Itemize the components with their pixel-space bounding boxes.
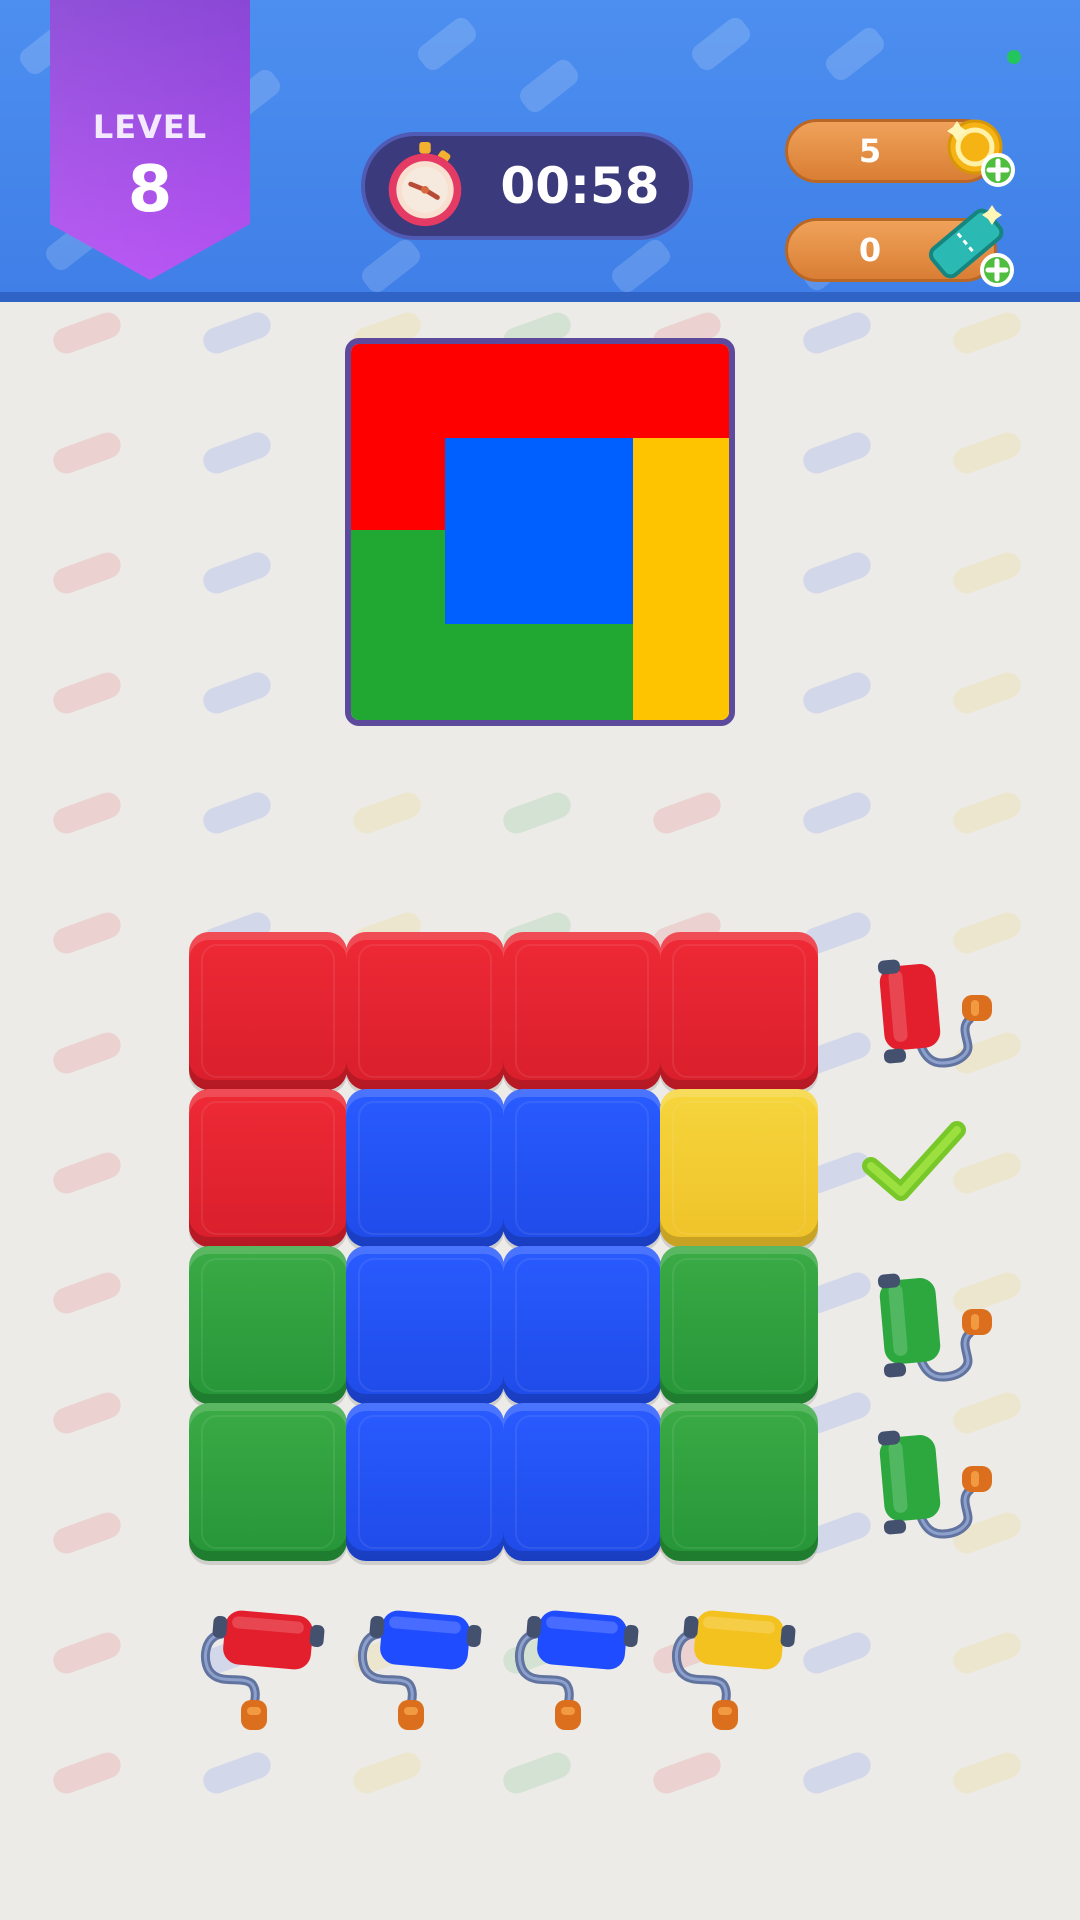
roller-doodle-icon: [49, 1268, 125, 1318]
target-red-region: [351, 438, 445, 530]
roller-doodle-icon: [799, 1748, 875, 1798]
column-1-red-roller[interactable]: [198, 1596, 338, 1731]
tile-r3-c3-blue[interactable]: [503, 1246, 661, 1404]
roller-doodle-icon: [413, 13, 481, 75]
row-3-green-roller[interactable]: [858, 1259, 998, 1389]
roller-doodle-icon: [49, 308, 125, 358]
roller-doodle-icon: [687, 13, 755, 75]
roller-doodle-icon: [49, 908, 125, 958]
paint-roller-icon: [200, 1610, 325, 1730]
level-label: LEVEL: [92, 108, 208, 146]
tile-r3-c4-green[interactable]: [660, 1246, 818, 1404]
tile-r4-c4-green[interactable]: [660, 1403, 818, 1561]
roller-doodle-icon: [649, 1748, 725, 1798]
tile-r4-c1-green[interactable]: [189, 1403, 347, 1561]
column-4-yellow-roller[interactable]: [669, 1596, 809, 1731]
checkmark-icon: [862, 1121, 966, 1201]
tile-r4-c2-blue[interactable]: [346, 1403, 504, 1561]
roller-doodle-icon: [199, 308, 275, 358]
roller-doodle-icon: [357, 235, 425, 297]
roller-doodle-icon: [649, 788, 725, 838]
timer-value: 00:58: [500, 157, 660, 215]
roller-doodle-icon: [199, 548, 275, 598]
tile-r3-c2-blue[interactable]: [346, 1246, 504, 1404]
roller-doodle-icon: [199, 428, 275, 478]
target-green-region: [445, 624, 633, 720]
column-3-blue-roller[interactable]: [512, 1596, 652, 1731]
tile-r1-c2-red[interactable]: [346, 932, 504, 1090]
roller-doodle-icon: [49, 1748, 125, 1798]
roller-doodle-icon: [49, 548, 125, 598]
row-1-red-roller[interactable]: [858, 945, 998, 1075]
paint-roller-icon: [877, 959, 992, 1068]
status-dot: [1007, 50, 1021, 64]
roller-doodle-icon: [199, 1748, 275, 1798]
roller-doodle-icon: [199, 668, 275, 718]
roller-doodle-icon: [199, 788, 275, 838]
target-red-region: [351, 344, 729, 438]
roller-doodle-icon: [49, 1388, 125, 1438]
tile-r1-c1-red[interactable]: [189, 932, 347, 1090]
tile-r4-c3-blue[interactable]: [503, 1403, 661, 1561]
roller-doodle-icon: [49, 1628, 125, 1678]
roller-doodle-icon: [821, 23, 889, 85]
coins-value: 5: [858, 132, 882, 170]
roller-doodle-icon: [607, 235, 675, 297]
coin-plus-icon[interactable]: [940, 112, 1020, 192]
tile-r3-c1-green[interactable]: [189, 1246, 347, 1404]
roller-doodle-icon: [799, 1628, 875, 1678]
tile-r2-c4-yellow[interactable]: [660, 1089, 818, 1247]
roller-doodle-icon: [949, 668, 1025, 718]
paint-roller-icon: [877, 1273, 992, 1382]
roller-doodle-icon: [799, 308, 875, 358]
tile-r1-c3-red[interactable]: [503, 932, 661, 1090]
roller-doodle-icon: [349, 788, 425, 838]
roller-doodle-icon: [949, 548, 1025, 598]
tile-r2-c1-red[interactable]: [189, 1089, 347, 1247]
roller-doodle-icon: [949, 1628, 1025, 1678]
target-yellow-region: [633, 438, 729, 720]
level-number: 8: [127, 153, 173, 227]
roller-doodle-icon: [349, 1748, 425, 1798]
paint-roller-icon: [671, 1610, 796, 1730]
roller-doodle-icon: [799, 668, 875, 718]
roller-doodle-icon: [799, 548, 875, 598]
ticket-plus-icon[interactable]: [920, 202, 1020, 292]
roller-doodle-icon: [949, 1748, 1025, 1798]
paint-roller-icon: [877, 1430, 992, 1539]
column-2-blue-roller[interactable]: [355, 1596, 495, 1731]
roller-doodle-icon: [499, 788, 575, 838]
roller-doodle-icon: [49, 428, 125, 478]
target-pattern: [345, 338, 735, 726]
roller-doodle-icon: [799, 788, 875, 838]
row-4-green-roller[interactable]: [858, 1416, 998, 1546]
roller-doodle-icon: [949, 428, 1025, 478]
roller-doodle-icon: [49, 1508, 125, 1558]
paint-roller-icon: [357, 1610, 482, 1730]
roller-doodle-icon: [49, 788, 125, 838]
roller-doodle-icon: [949, 788, 1025, 838]
target-blue-region: [445, 438, 633, 624]
roller-doodle-icon: [49, 1028, 125, 1078]
roller-doodle-icon: [49, 1148, 125, 1198]
tile-r2-c2-blue[interactable]: [346, 1089, 504, 1247]
paint-roller-icon: [514, 1610, 639, 1730]
roller-doodle-icon: [499, 1748, 575, 1798]
tile-r2-c3-blue[interactable]: [503, 1089, 661, 1247]
roller-doodle-icon: [49, 668, 125, 718]
roller-doodle-icon: [515, 55, 583, 117]
tile-r1-c4-red[interactable]: [660, 932, 818, 1090]
roller-doodle-icon: [799, 428, 875, 478]
stopwatch-icon: [388, 142, 462, 227]
roller-doodle-icon: [949, 308, 1025, 358]
target-green-region: [351, 530, 445, 720]
